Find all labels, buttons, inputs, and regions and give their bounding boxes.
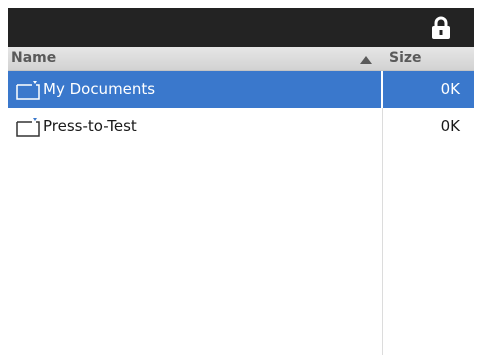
folder-icon [16, 81, 40, 100]
column-header: Name Size [8, 47, 474, 71]
size-column-header[interactable]: Size [389, 50, 422, 66]
name-column-header[interactable]: Name [11, 50, 56, 66]
file-list: My Documents 0K Press-to-Test 0K [8, 71, 474, 355]
file-size: 0K [440, 117, 460, 135]
file-name: My Documents [43, 80, 156, 98]
file-size: 0K [440, 80, 460, 98]
lock-icon [432, 16, 450, 39]
file-browser-window: Name Size My Documents 0K Press-to-Test … [8, 8, 474, 355]
sort-ascending-icon[interactable] [360, 56, 372, 64]
file-row-my-documents[interactable]: My Documents 0K [8, 71, 474, 108]
size-cell: 0K [381, 108, 474, 145]
file-row-press-to-test[interactable]: Press-to-Test 0K [8, 108, 474, 145]
file-name: Press-to-Test [43, 117, 137, 135]
status-bar [8, 8, 474, 47]
folder-icon [16, 118, 40, 137]
size-cell: 0K [381, 71, 474, 108]
